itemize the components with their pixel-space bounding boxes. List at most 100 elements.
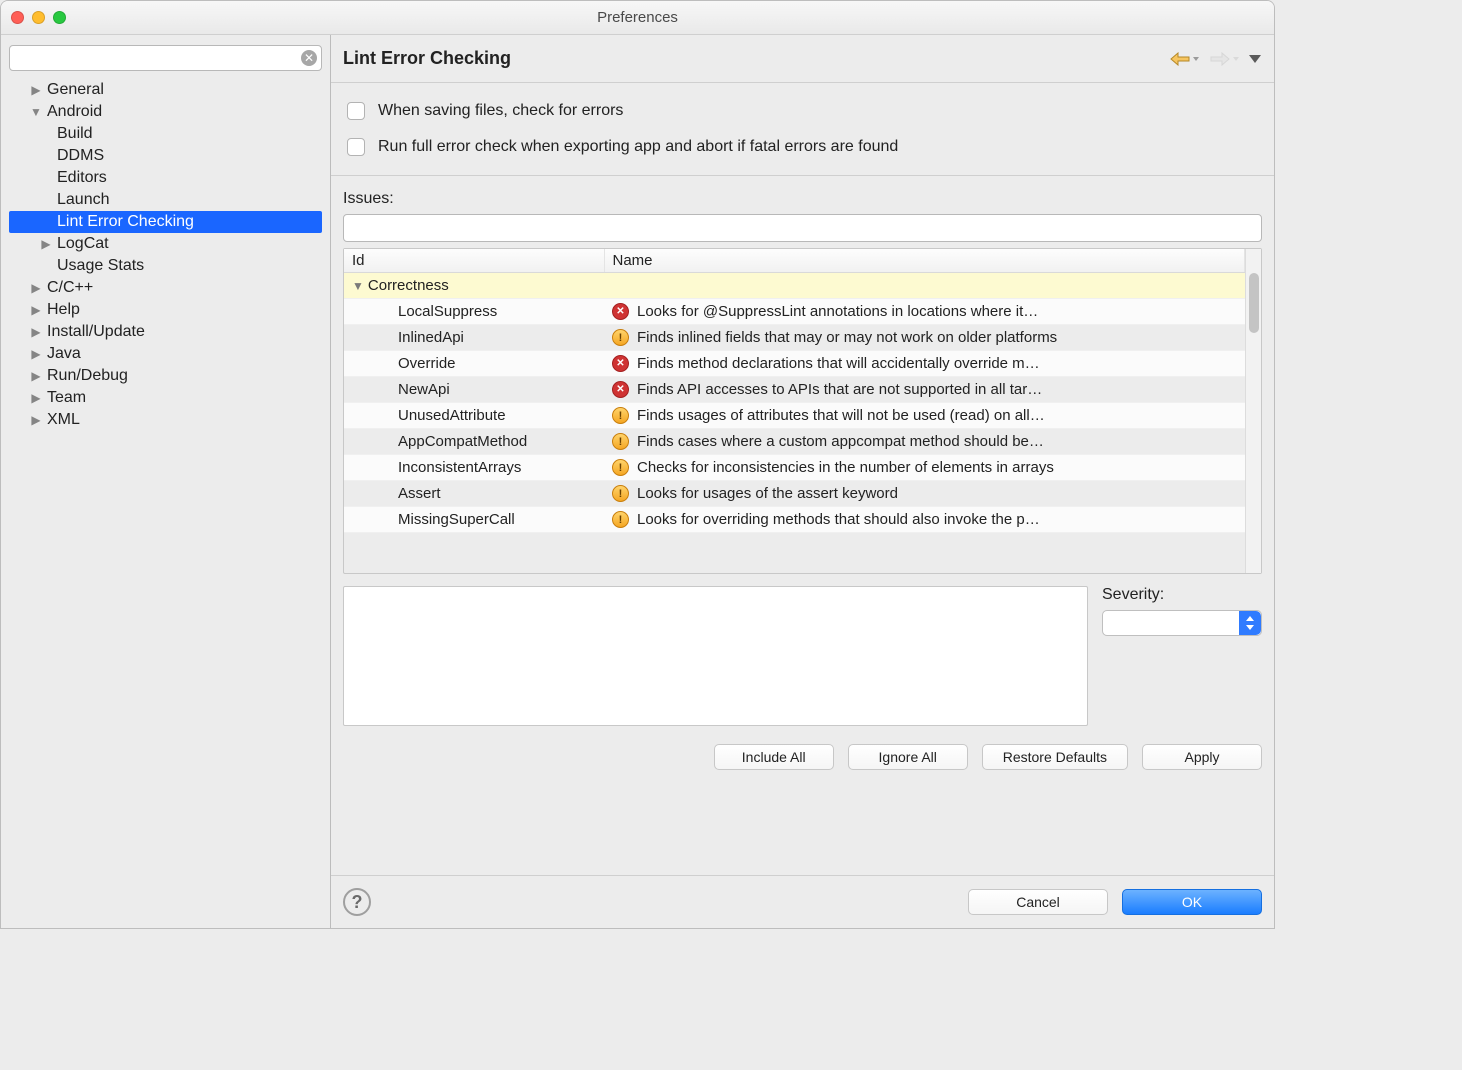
- disclosure-closed-icon[interactable]: ▶: [27, 391, 45, 405]
- tree-item-label: Help: [45, 301, 80, 319]
- nav-back-button[interactable]: [1168, 50, 1202, 68]
- tree-item-label: Team: [45, 389, 86, 407]
- settings-pane: Lint Error Checking: [331, 35, 1274, 928]
- tree-item-usage-stats[interactable]: Usage Stats: [9, 255, 322, 277]
- issues-label: Issues:: [343, 190, 1262, 208]
- issue-id: NewApi: [344, 377, 604, 403]
- disclosure-closed-icon[interactable]: ▶: [27, 303, 45, 317]
- disclosure-open-icon[interactable]: ▼: [352, 279, 364, 293]
- page-menu-button[interactable]: [1248, 54, 1262, 64]
- check-on-save-checkbox[interactable]: [347, 102, 365, 120]
- disclosure-closed-icon[interactable]: ▶: [27, 369, 45, 383]
- traffic-lights: [11, 11, 66, 24]
- ok-button[interactable]: OK: [1122, 889, 1262, 915]
- issue-id: InlinedApi: [344, 325, 604, 351]
- apply-button[interactable]: Apply: [1142, 744, 1262, 770]
- issue-name-cell: Looks for overriding methods that should…: [604, 507, 1245, 533]
- issue-id: UnusedAttribute: [344, 403, 604, 429]
- tree-item-label: XML: [45, 411, 80, 429]
- error-icon: [612, 381, 629, 398]
- tree-item-label: C/C++: [45, 279, 93, 297]
- warning-icon: [612, 511, 629, 528]
- tree-item-ddms[interactable]: DDMS: [9, 145, 322, 167]
- disclosure-closed-icon[interactable]: ▶: [27, 281, 45, 295]
- issue-row[interactable]: MissingSuperCall Looks for overriding met…: [344, 507, 1245, 533]
- titlebar: Preferences: [1, 1, 1274, 35]
- issue-name-cell: Finds cases where a custom appcompat met…: [604, 429, 1245, 455]
- disclosure-closed-icon[interactable]: ▶: [37, 237, 55, 251]
- issue-row[interactable]: OverrideFinds method declarations that w…: [344, 351, 1245, 377]
- col-id[interactable]: Id: [344, 249, 604, 273]
- help-button[interactable]: ?: [343, 888, 371, 916]
- cancel-button[interactable]: Cancel: [968, 889, 1108, 915]
- tree-item-general[interactable]: ▶General: [9, 79, 322, 101]
- issue-row[interactable]: LocalSuppressLooks for @SuppressLint ann…: [344, 299, 1245, 325]
- issues-scroll[interactable]: Id Name ▼CorrectnessLocalSuppressLooks f…: [344, 249, 1245, 573]
- tree-item-install-update[interactable]: ▶Install/Update: [9, 321, 322, 343]
- issue-row[interactable]: AssertLooks for usages of the assert key…: [344, 481, 1245, 507]
- issue-name-cell: Finds method declarations that will acci…: [604, 351, 1245, 377]
- zoom-window-button[interactable]: [53, 11, 66, 24]
- tree-item-xml[interactable]: ▶XML: [9, 409, 322, 431]
- category-tree[interactable]: ▶General▼AndroidBuildDDMSEditorsLaunchLi…: [9, 79, 322, 920]
- disclosure-closed-icon[interactable]: ▶: [27, 325, 45, 339]
- scrollbar-thumb[interactable]: [1249, 273, 1259, 333]
- issue-name: Looks for overriding methods that should…: [637, 511, 1040, 528]
- tree-item-label: Usage Stats: [55, 257, 144, 275]
- issue-name: Checks for inconsistencies in the number…: [637, 459, 1054, 476]
- tree-item-run-debug[interactable]: ▶Run/Debug: [9, 365, 322, 387]
- nav-forward-button[interactable]: [1208, 50, 1242, 68]
- issue-row[interactable]: NewApi Finds API accesses to APIs that ar…: [344, 377, 1245, 403]
- tree-item-label: Java: [45, 345, 81, 363]
- issue-name-cell: Checks for inconsistencies in the number…: [604, 455, 1245, 481]
- tree-item-lint-error-checking[interactable]: Lint Error Checking: [9, 211, 322, 233]
- tree-item-android[interactable]: ▼Android: [9, 101, 322, 123]
- minimize-window-button[interactable]: [32, 11, 45, 24]
- check-on-export-checkbox[interactable]: [347, 138, 365, 156]
- tree-item-label: General: [45, 81, 104, 99]
- ignore-all-button[interactable]: Ignore All: [848, 744, 968, 770]
- tree-item-c-c-[interactable]: ▶C/C++: [9, 277, 322, 299]
- clear-search-icon[interactable]: ✕: [301, 50, 317, 66]
- restore-defaults-button[interactable]: Restore Defaults: [982, 744, 1128, 770]
- issue-row[interactable]: AppCompatMethodFinds cases where a custo…: [344, 429, 1245, 455]
- warning-icon: [612, 329, 629, 346]
- tree-item-label: Build: [55, 125, 93, 143]
- warning-icon: [612, 459, 629, 476]
- issue-row[interactable]: InlinedApiFinds inlined fields that may …: [344, 325, 1245, 351]
- tree-item-label: Launch: [55, 191, 110, 209]
- issue-name-cell: Finds API accesses to APIs that are not …: [604, 377, 1245, 403]
- severity-select[interactable]: [1102, 610, 1262, 636]
- disclosure-open-icon[interactable]: ▼: [27, 105, 45, 119]
- issues-filter-input[interactable]: [343, 214, 1262, 242]
- content: ✕ ▶General▼AndroidBuildDDMSEditorsLaunch…: [1, 35, 1274, 928]
- issue-id: Assert: [344, 481, 604, 507]
- tree-item-help[interactable]: ▶Help: [9, 299, 322, 321]
- issues-table[interactable]: Id Name ▼CorrectnessLocalSuppressLooks f…: [344, 249, 1245, 533]
- page-button-row: Include All Ignore All Restore Defaults …: [343, 744, 1262, 770]
- include-all-button[interactable]: Include All: [714, 744, 834, 770]
- issue-name: Finds API accesses to APIs that are not …: [637, 381, 1042, 398]
- error-icon: [612, 355, 629, 372]
- tree-item-editors[interactable]: Editors: [9, 167, 322, 189]
- close-window-button[interactable]: [11, 11, 24, 24]
- tree-item-logcat[interactable]: ▶LogCat: [9, 233, 322, 255]
- issues-group-row[interactable]: ▼Correctness: [344, 273, 1245, 299]
- disclosure-closed-icon[interactable]: ▶: [27, 413, 45, 427]
- tree-item-label: LogCat: [55, 235, 109, 253]
- issue-row[interactable]: UnusedAttributeFinds usages of attribute…: [344, 403, 1245, 429]
- scrollbar[interactable]: [1245, 249, 1261, 573]
- issue-name: Looks for @SuppressLint annotations in l…: [637, 303, 1038, 320]
- issue-id: MissingSuperCall: [344, 507, 604, 533]
- disclosure-closed-icon[interactable]: ▶: [27, 83, 45, 97]
- tree-item-team[interactable]: ▶Team: [9, 387, 322, 409]
- issue-id: Override: [344, 351, 604, 377]
- sidebar-search: ✕: [9, 45, 322, 71]
- tree-item-launch[interactable]: Launch: [9, 189, 322, 211]
- tree-item-build[interactable]: Build: [9, 123, 322, 145]
- sidebar-search-input[interactable]: [9, 45, 322, 71]
- disclosure-closed-icon[interactable]: ▶: [27, 347, 45, 361]
- tree-item-java[interactable]: ▶Java: [9, 343, 322, 365]
- issue-row[interactable]: InconsistentArraysChecks for inconsisten…: [344, 455, 1245, 481]
- col-name[interactable]: Name: [604, 249, 1245, 273]
